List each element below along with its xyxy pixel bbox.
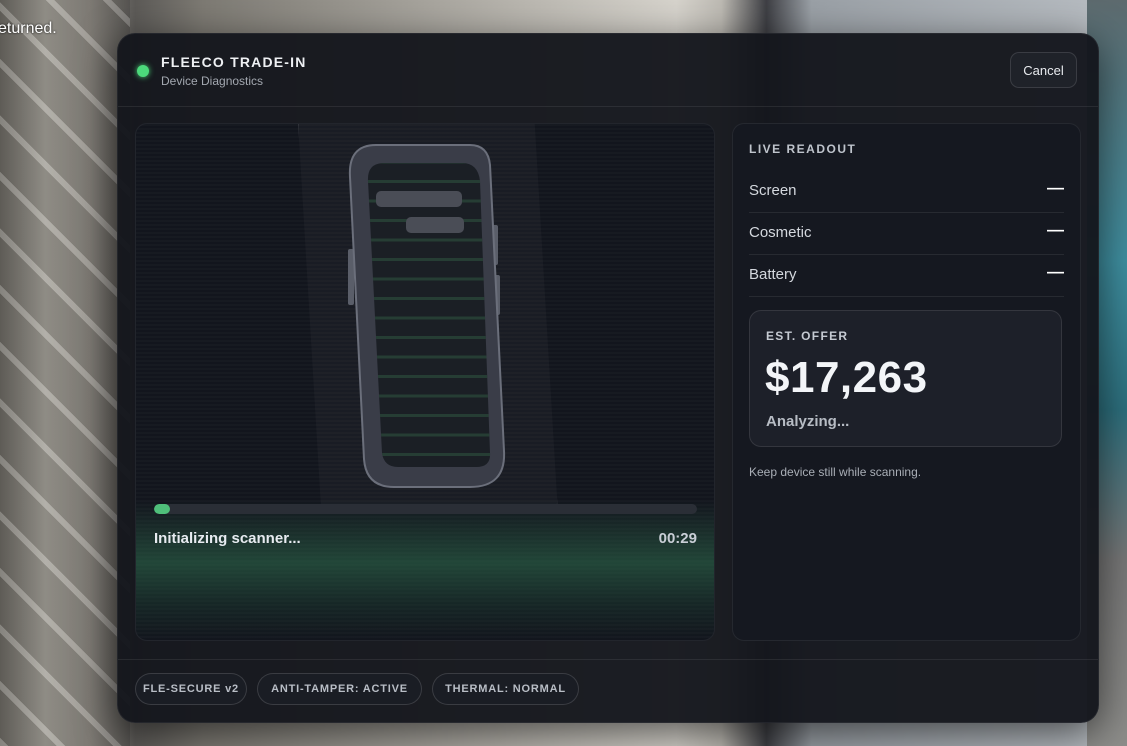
readout-row-battery: Battery —: [749, 254, 1064, 297]
background-notification-text: eturned.: [0, 20, 57, 37]
scan-progress-fill: [154, 504, 171, 514]
readout-value: —: [1047, 220, 1064, 239]
security-badge: FLE-SECURE v2: [135, 673, 247, 705]
readout-value: —: [1047, 262, 1064, 281]
modal-subtitle: Device Diagnostics: [161, 74, 264, 88]
readout-title: LIVE READOUT: [749, 142, 857, 156]
offer-status: Analyzing...: [766, 413, 850, 430]
readout-row-screen: Screen —: [749, 170, 1064, 213]
status-indicator-icon: [137, 65, 149, 77]
trade-in-modal: FLEECO TRADE-IN Device Diagnostics Cance…: [117, 33, 1099, 723]
scan-status-text: Initializing scanner...: [154, 530, 301, 547]
background-scaffold: [0, 0, 130, 746]
offer-amount: $17,263: [765, 353, 928, 402]
scan-timer: 00:29: [658, 530, 697, 547]
offer-label: EST. OFFER: [766, 329, 849, 343]
scanner-view: Initializing scanner... 00:29: [135, 123, 715, 641]
modal-title: FLEECO TRADE-IN: [161, 54, 307, 70]
readout-label: Battery: [749, 266, 797, 283]
scan-progress-bar: [154, 504, 697, 514]
cancel-button[interactable]: Cancel: [1010, 52, 1077, 88]
anti-tamper-badge: ANTI-TAMPER: ACTIVE: [257, 673, 422, 705]
phone-icon: [348, 144, 506, 488]
modal-header: FLEECO TRADE-IN Device Diagnostics Cance…: [118, 34, 1098, 107]
readout-label: Cosmetic: [749, 224, 812, 241]
thermal-badge: THERMAL: NORMAL: [432, 673, 579, 705]
estimated-offer-card: EST. OFFER $17,263 Analyzing...: [749, 310, 1062, 447]
readout-value: —: [1047, 178, 1064, 197]
readout-label: Screen: [749, 182, 797, 199]
scan-hint: Keep device still while scanning.: [749, 465, 922, 479]
modal-footer: FLE-SECURE v2 ANTI-TAMPER: ACTIVE THERMA…: [118, 659, 1098, 722]
live-readout-panel: LIVE READOUT Screen — Cosmetic — Battery…: [732, 123, 1081, 641]
scanner-glow: [136, 500, 714, 640]
readout-row-cosmetic: Cosmetic —: [749, 212, 1064, 255]
